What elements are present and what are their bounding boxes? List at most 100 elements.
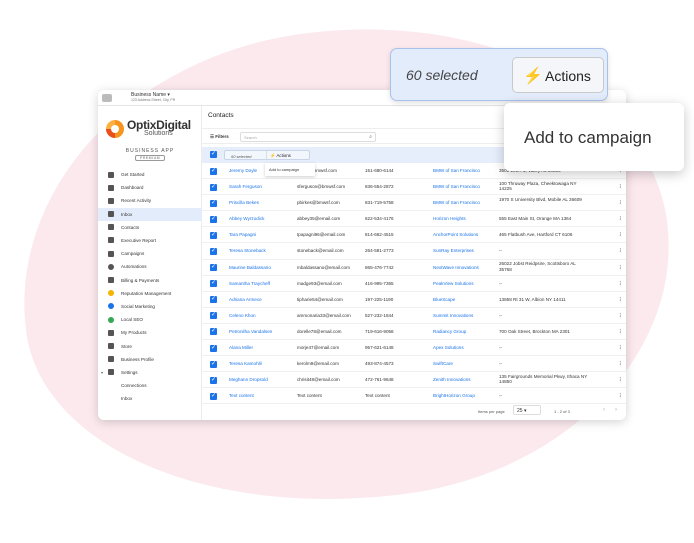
contact-name-link[interactable]: Petronilha Vandalsen [229,329,293,334]
prev-page-icon[interactable]: ‹ [603,407,605,413]
more-vert-icon[interactable]: ⋮ [618,393,623,399]
contact-company-link[interactable]: Radiancy Group [433,329,497,334]
row-checkbox[interactable]: ✓ [210,296,217,304]
more-vert-icon[interactable]: ⋮ [618,216,623,222]
row-checkbox[interactable]: ✓ [210,264,217,272]
more-vert-icon[interactable]: ⋮ [618,361,623,367]
table-row[interactable]: ✓ Sarah Ferguson sferguson@bmwsf.com 836-55… [202,179,626,196]
business-avatar[interactable] [102,94,112,102]
row-checkbox[interactable]: ✓ [210,360,217,368]
row-checkbox[interactable]: ✓ [210,328,217,336]
sidebar-item-business-profile[interactable]: Business Profile [98,353,202,366]
row-checkbox[interactable]: ✓ [210,392,217,400]
contact-name-link[interactable]: Tara Papagni [229,232,293,237]
contact-company-link[interactable]: Horizon Heights [433,216,497,221]
contact-company-link[interactable]: Zenith Innovations [433,377,497,382]
table-row[interactable]: ✓ Celeno Khon ammonaria33@email.com 527-232… [202,308,626,324]
next-page-icon[interactable]: › [615,407,617,413]
more-vert-icon[interactable]: ⋮ [618,377,623,383]
filters-button[interactable]: ☰ Filters [210,134,229,140]
contact-name-link[interactable]: Maurine Baldassano [229,265,293,270]
chevron-down-icon[interactable]: ▾ [101,370,103,375]
contact-name-link[interactable]: Alana Miller [229,345,293,350]
search-input[interactable]: Search ⌕ [240,132,376,142]
table-row[interactable]: ✓ Alana Miller morje47@email.com 957-621-61… [202,340,626,357]
contact-name-link[interactable]: Celeno Khon [229,313,293,318]
table-row[interactable]: ✓ Meghann Dropsold chrisit48@email.com 472-… [202,372,626,389]
table-row[interactable]: ✓ Adriana Armece tipharie54@email.com 197-2… [202,292,626,308]
more-vert-icon[interactable]: ⋮ [618,281,623,287]
table-row[interactable]: ✓ Abbey Wyrzodick abbey35@email.com 622-534… [202,211,626,228]
sidebar-item-social-marketing[interactable]: Social Marketing [98,300,202,313]
contact-name-link[interactable]: Text content [229,393,293,398]
table-row[interactable]: ✓ Maurine Baldassano mbaldassano@email.com… [202,260,626,276]
table-row[interactable]: ✓ Teresa Kamohlil kerolm9@email.com 493-874… [202,356,626,373]
actions-button[interactable]: ⚡ Actions [266,151,310,159]
sidebar-item-inbox[interactable]: Inbox [98,392,202,405]
sidebar-item-settings[interactable]: ▾ Settings [98,366,202,379]
sidebar-item-inbox[interactable]: Inbox [98,207,202,221]
contact-company-link[interactable]: SwiftCare [433,361,497,366]
more-vert-icon[interactable]: ⋮ [618,329,623,335]
row-checkbox[interactable]: ✓ [210,312,217,320]
contact-company-link[interactable]: Apex Solutions [433,345,497,350]
sidebar-item-contacts[interactable]: Contacts [98,221,202,234]
sidebar-item-get-started[interactable]: Get Started [98,168,202,181]
contact-company-link[interactable]: NextWave Innovations [433,265,497,270]
contact-company-link[interactable]: AnchorPoint Solutions [433,232,497,237]
menu-item-add-to-campaign[interactable]: Add to campaign [265,163,315,176]
more-vert-icon[interactable]: ⋮ [618,248,623,254]
row-checkbox[interactable]: ✓ [210,280,217,288]
contact-name-link[interactable]: Meghann Dropsold [229,377,293,382]
contact-company-link[interactable]: BMW of San Francisco [433,200,497,205]
more-vert-icon[interactable]: ⋮ [618,265,623,271]
sidebar-item-automations[interactable]: Automations [98,260,202,273]
more-vert-icon[interactable]: ⋮ [618,297,623,303]
more-vert-icon[interactable]: ⋮ [618,345,623,351]
sidebar-item-reputation-management[interactable]: Reputation Management [98,287,202,300]
table-row[interactable]: ✓ Petronilha Vandalsen dorelle78@email.com… [202,324,626,341]
row-checkbox[interactable]: ✓ [210,376,217,384]
sidebar-item-my-products[interactable]: My Products [98,326,202,339]
more-vert-icon[interactable]: ⋮ [618,232,623,238]
contact-name-link[interactable]: Priscilla Bekes [229,200,293,205]
row-checkbox[interactable]: ✓ [210,183,217,191]
row-checkbox[interactable]: ✓ [210,199,217,207]
contact-company-link[interactable]: SunRay Enterprises [433,248,497,253]
contact-name-link[interactable]: Sarah Ferguson [229,184,293,189]
sidebar-item-billing-payments[interactable]: Billing & Payments [98,274,202,287]
sidebar-item-store[interactable]: Store [98,339,202,352]
sidebar-item-recent-activity[interactable]: Recent Activity [98,194,202,207]
row-checkbox[interactable]: ✓ [210,215,217,223]
contact-company-link[interactable]: PeakView Solutions [433,281,497,286]
contact-name-link[interactable]: Adriana Armece [229,297,293,302]
contact-name-link[interactable]: Samantha Traycheff [229,281,293,286]
contact-company-link[interactable]: BlueScape [433,297,497,302]
contact-name-link[interactable]: Teresa Kamohlil [229,361,293,366]
sidebar-item-executive-report[interactable]: Executive Report [98,234,202,247]
more-vert-icon[interactable]: ⋮ [618,313,623,319]
contact-name-link[interactable]: Teresa Stoneback [229,248,293,253]
contact-company-link[interactable]: BrightHorizon Group [433,393,497,398]
sidebar-item-local-seo[interactable]: Local SEO [98,313,202,326]
more-vert-icon[interactable]: ⋮ [618,200,623,206]
row-checkbox[interactable]: ✓ [210,344,217,352]
callout-actions-button[interactable]: ⚡ Actions [512,57,604,93]
contact-company-link[interactable]: BMW of San Francisco [433,168,497,173]
sidebar-item-dashboard[interactable]: Dashboard [98,181,202,194]
sidebar-item-connections[interactable]: Connections [98,379,202,392]
table-row[interactable]: ✓ Samantha Traycheff madge93@email.com 416-… [202,276,626,292]
more-vert-icon[interactable]: ⋮ [618,184,623,190]
table-row[interactable]: ✓ Text content Text content Text content Bri… [202,388,626,405]
select-all-checkbox[interactable]: ✓ [210,151,217,158]
row-checkbox[interactable]: ✓ [210,247,217,255]
table-row[interactable]: ✓ Tara Papagni tpapagni96@email.com 814-662… [202,227,626,244]
table-row[interactable]: ✓ Priscilla Bekes pbirkes@bmwsf.com 831-719… [202,195,626,212]
callout-menu-item-add-to-campaign[interactable]: Add to campaign [524,128,652,148]
row-checkbox[interactable]: ✓ [210,231,217,239]
items-per-page-select[interactable]: 25 ▾ [513,405,541,415]
table-row[interactable]: ✓ Teresa Stoneback stoneback@email.com 264-… [202,243,626,260]
contact-company-link[interactable]: Summit Innovations [433,313,497,318]
sidebar-item-campaigns[interactable]: Campaigns [98,247,202,260]
contact-company-link[interactable]: BMW of San Francisco [433,184,497,189]
